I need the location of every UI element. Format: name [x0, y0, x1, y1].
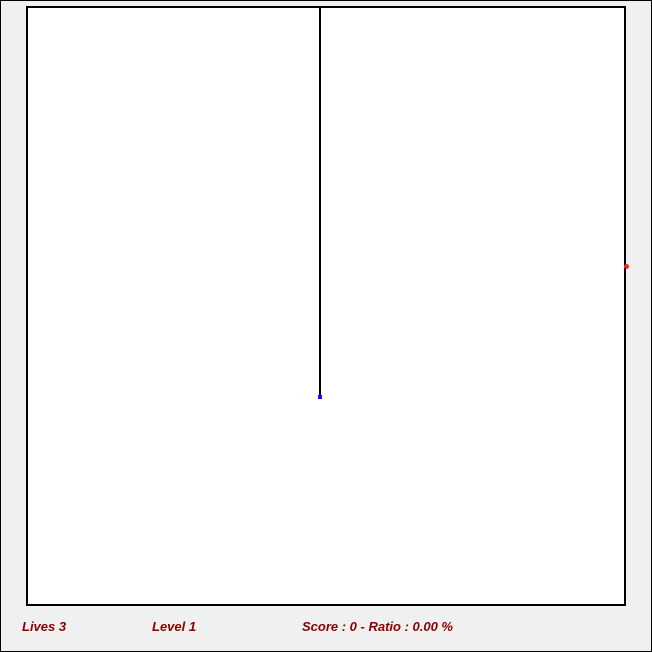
drawn-trail-line	[319, 8, 321, 397]
score-ratio-display: Score : 0 - Ratio : 0.00 %	[302, 619, 453, 634]
game-window: Lives 3 Level 1 Score : 0 - Ratio : 0.00…	[0, 0, 652, 652]
level-indicator: Level 1	[152, 619, 197, 634]
player-marker	[318, 395, 322, 399]
lives-counter: Lives 3	[22, 619, 67, 634]
enemy-dot	[624, 264, 629, 269]
playfield[interactable]	[26, 6, 629, 606]
